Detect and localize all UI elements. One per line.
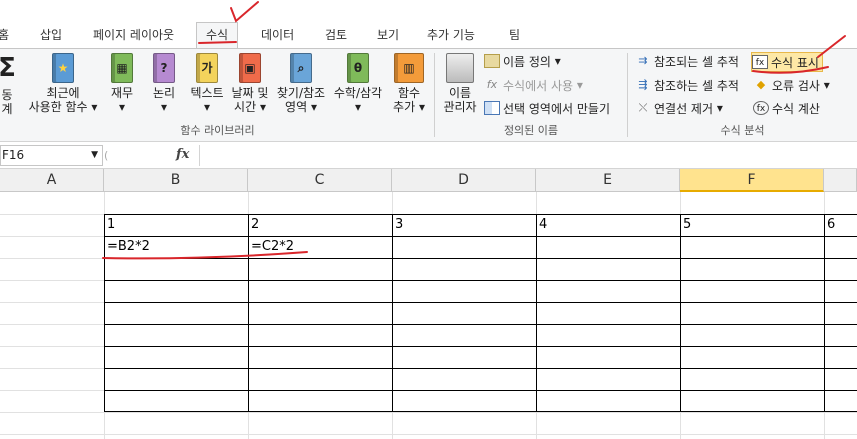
excel-window: 홈 삽입 페이지 레이아웃 수식 데이터 검토 보기 추가 기능 팀 Σ 동 계… [0, 0, 857, 439]
worksheet-grid[interactable]: A B C D E F 1 2 3 4 5 6 =B2*2 =C2*2 [0, 169, 857, 439]
text-button[interactable]: 가 텍스트 ▾ [186, 53, 228, 114]
show-formulas-icon: fx [752, 55, 768, 69]
evaluate-formula-icon: fx [753, 101, 769, 115]
trace-precedents-button[interactable]: ⇉ 참조되는 셀 추적 [635, 51, 739, 71]
cell-c1[interactable]: 2 [249, 214, 391, 236]
table-row: =B2*2 =C2*2 [0, 236, 857, 258]
show-formulas-button[interactable]: fx 수식 표시 [751, 52, 823, 72]
tab-addins[interactable]: 추가 기능 [427, 26, 475, 43]
lookup-button[interactable]: ⌕ 찾기/참조 영역 ▾ [274, 53, 328, 114]
trace-dependents-button[interactable]: ⇶ 참조하는 셀 추적 [635, 75, 739, 95]
name-manager-icon [446, 53, 474, 83]
annotation-checkmark [230, 1, 259, 23]
tab-home[interactable]: 홈 [0, 26, 9, 43]
tab-formulas[interactable]: 수식 [196, 22, 239, 49]
remove-arrows-icon: ⤬ [638, 101, 648, 114]
group-label-formula-auditing: 수식 분석 [720, 124, 765, 137]
table-row: 1 2 3 4 5 6 [0, 214, 857, 236]
create-from-selection-button[interactable]: 선택 영역에서 만들기 [484, 98, 610, 118]
splitter-handle[interactable]: ( [104, 145, 114, 166]
formula-bar: F16 ▼ ( fx [0, 142, 857, 169]
magnifier-book-icon: ⌕ [290, 53, 312, 83]
cell-f1[interactable]: 5 [681, 214, 823, 236]
group-label-function-library: 함수 라이브러리 [180, 124, 255, 137]
error-checking-button[interactable]: ◆ 오류 검사 ▾ [753, 75, 830, 95]
sigma-icon: Σ [0, 53, 16, 83]
use-in-formula-button[interactable]: fx 수식에서 사용 ▾ [484, 75, 583, 95]
calendar-book-icon: ▣ [239, 53, 261, 83]
financial-button[interactable]: ▦ 재무 ▾ [106, 53, 138, 114]
insert-function-icon[interactable]: fx [176, 147, 189, 162]
tab-team[interactable]: 팀 [509, 26, 520, 43]
tab-view[interactable]: 보기 [377, 26, 399, 43]
autosum-button[interactable]: Σ 동 계 [0, 53, 20, 116]
more-functions-button[interactable]: ▥ 함수 추가 ▾ [390, 53, 428, 114]
logical-button[interactable]: ? 논리 ▾ [148, 53, 180, 114]
cell-e1[interactable]: 4 [537, 214, 679, 236]
define-name-icon [484, 54, 500, 68]
ribbon-formulas: Σ 동 계 ★ 최근에 사용한 함수 ▾ ▦ 재무 ▾ ? 논리 ▾ 가 텍스트… [0, 48, 857, 142]
evaluate-formula-button[interactable]: fx 수식 계산 [753, 98, 820, 118]
formula-input[interactable] [199, 145, 857, 166]
recent-functions-button[interactable]: ★ 최근에 사용한 함수 ▾ [22, 53, 104, 114]
cell-d1[interactable]: 3 [393, 214, 535, 236]
fx-icon: fx [486, 78, 498, 91]
theta-book-icon: θ [347, 53, 369, 83]
tab-insert[interactable]: 삽입 [40, 26, 62, 43]
group-label-defined-names: 정의된 이름 [503, 124, 559, 137]
table-borders [104, 214, 857, 412]
cell-b2[interactable]: =B2*2 [105, 236, 247, 258]
chevron-down-icon[interactable]: ▼ [91, 146, 98, 165]
tab-page-layout[interactable]: 페이지 레이아웃 [93, 26, 174, 43]
cell-b1[interactable]: 1 [105, 214, 247, 236]
cell-g1[interactable]: 6 [825, 214, 857, 236]
books-icon: ▥ [394, 53, 424, 83]
tab-review[interactable]: 검토 [325, 26, 347, 43]
define-name-button[interactable]: 이름 정의 ▾ [484, 51, 561, 71]
ribbon-tabs: 홈 삽입 페이지 레이아웃 수식 데이터 검토 보기 추가 기능 팀 [0, 20, 857, 49]
remove-arrows-button[interactable]: ⤬ 연결선 제거 ▾ [635, 98, 723, 118]
name-manager-button[interactable]: 이름 관리자 [440, 53, 480, 114]
name-box[interactable]: F16 ▼ [0, 145, 103, 166]
financial-book-icon: ▦ [111, 53, 133, 83]
star-book-icon: ★ [52, 53, 74, 83]
trace-dependents-icon: ⇶ [638, 78, 648, 91]
cell-c2[interactable]: =C2*2 [249, 236, 391, 258]
warning-icon: ◆ [756, 78, 766, 91]
logical-book-icon: ? [153, 53, 175, 83]
create-from-selection-icon [484, 101, 500, 115]
tab-data[interactable]: 데이터 [261, 26, 294, 43]
datetime-button[interactable]: ▣ 날짜 및 시간 ▾ [230, 53, 270, 114]
math-button[interactable]: θ 수학/삼각 ▾ [330, 53, 386, 114]
text-book-icon: 가 [196, 53, 218, 83]
trace-precedents-icon: ⇉ [638, 54, 648, 67]
